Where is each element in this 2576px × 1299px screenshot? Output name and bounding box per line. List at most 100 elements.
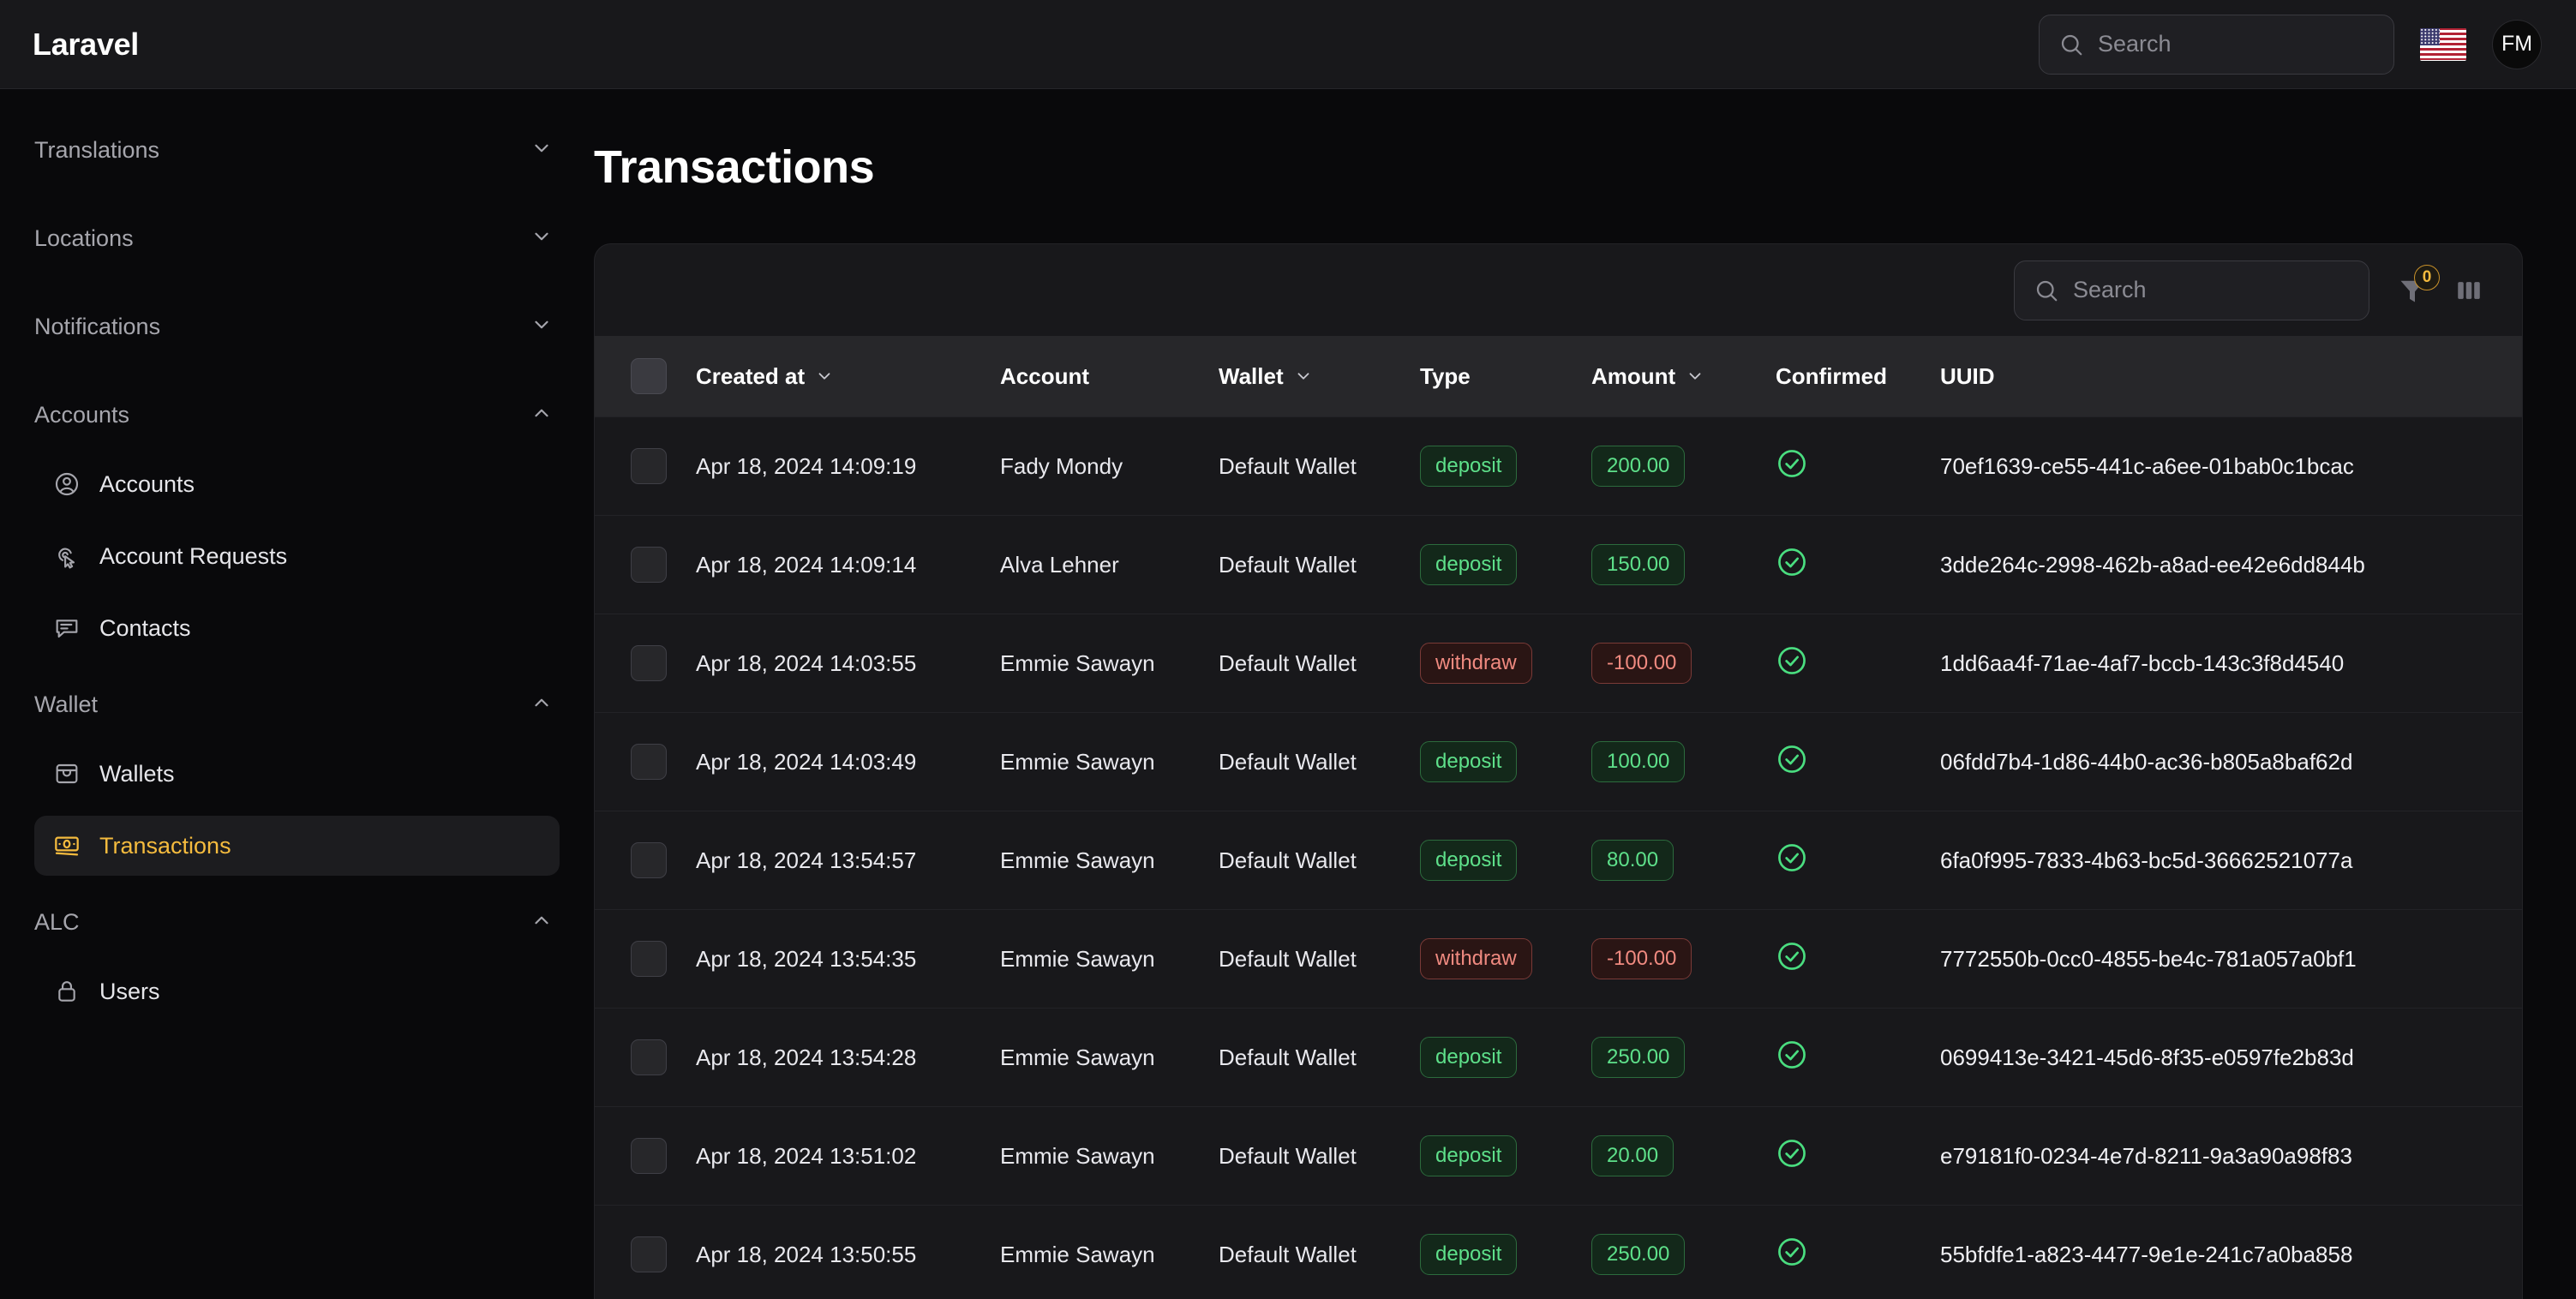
table-search-input[interactable]: Search	[2014, 260, 2369, 320]
row-select-cell	[595, 516, 696, 614]
row-checkbox[interactable]	[631, 448, 667, 484]
confirmed-check-icon	[1776, 546, 1808, 578]
row-checkbox[interactable]	[631, 1039, 667, 1075]
cell-type: deposit	[1420, 811, 1591, 910]
table-row[interactable]: Apr 18, 2024 13:54:57Emmie SawaynDefault…	[595, 811, 2522, 910]
cell-type: withdraw	[1420, 910, 1591, 1009]
type-badge: deposit	[1420, 1037, 1517, 1078]
type-badge: withdraw	[1420, 938, 1532, 979]
column-header-amount[interactable]: Amount	[1591, 336, 1776, 417]
user-circle-icon	[53, 470, 81, 498]
row-select-cell	[595, 910, 696, 1009]
cell-type: deposit	[1420, 1206, 1591, 1299]
cell-confirmed	[1776, 910, 1940, 1009]
sidebar-item-accounts[interactable]: Accounts	[34, 454, 560, 514]
cell-uuid: 70ef1639-ce55-441c-a6ee-01bab0c1bcac	[1940, 417, 2522, 516]
sidebar-item-contacts[interactable]: Contacts	[34, 598, 560, 658]
amount-badge: 250.00	[1591, 1037, 1685, 1078]
us-flag-icon[interactable]	[2420, 28, 2466, 61]
cell-created-at: Apr 18, 2024 13:50:55	[696, 1206, 1000, 1299]
table-row[interactable]: Apr 18, 2024 14:03:55Emmie SawaynDefault…	[595, 614, 2522, 713]
row-checkbox[interactable]	[631, 941, 667, 977]
sidebar-group-accounts[interactable]: Accounts	[34, 387, 560, 442]
column-header-account[interactable]: Account	[1000, 336, 1219, 417]
sidebar-item-users[interactable]: Users	[34, 961, 560, 1021]
confirmed-check-icon	[1776, 1236, 1808, 1268]
cell-amount: -100.00	[1591, 614, 1776, 713]
cell-type: deposit	[1420, 1009, 1591, 1107]
column-label: Wallet	[1219, 363, 1284, 390]
row-checkbox[interactable]	[631, 744, 667, 780]
cell-uuid: 0699413e-3421-45d6-8f35-e0597fe2b83d	[1940, 1009, 2522, 1107]
cell-amount: 250.00	[1591, 1206, 1776, 1299]
type-badge: deposit	[1420, 1234, 1517, 1275]
row-checkbox[interactable]	[631, 1138, 667, 1174]
funnel-icon[interactable]: 0	[2393, 272, 2431, 309]
cell-confirmed	[1776, 811, 1940, 910]
transactions-table-card: Search 0	[594, 243, 2523, 1299]
cell-account: Emmie Sawayn	[1000, 811, 1219, 910]
global-search-placeholder: Search	[2098, 31, 2172, 57]
sidebar-group-alc[interactable]: ALC	[34, 895, 560, 949]
filter-count-badge: 0	[2414, 265, 2440, 290]
column-header-created-at[interactable]: Created at	[696, 336, 1000, 417]
confirmed-check-icon	[1776, 743, 1808, 775]
column-header-type[interactable]: Type	[1420, 336, 1591, 417]
sidebar-group-translations[interactable]: Translations	[34, 123, 560, 177]
table-row[interactable]: Apr 18, 2024 14:09:14Alva LehnerDefault …	[595, 516, 2522, 614]
table-row[interactable]: Apr 18, 2024 13:54:28Emmie SawaynDefault…	[595, 1009, 2522, 1107]
cell-account: Emmie Sawayn	[1000, 1107, 1219, 1206]
cell-uuid: 1dd6aa4f-71ae-4af7-bccb-143c3f8d4540	[1940, 614, 2522, 713]
sidebar-item-label: Users	[99, 979, 160, 1005]
sidebar-item-label: Accounts	[99, 471, 195, 498]
cell-wallet: Default Wallet	[1219, 516, 1420, 614]
table-head: Created at Account Wallet	[595, 336, 2522, 417]
select-all-checkbox[interactable]	[631, 358, 667, 394]
page-title: Transactions	[594, 141, 2576, 194]
row-checkbox[interactable]	[631, 1236, 667, 1272]
table-row[interactable]: Apr 18, 2024 13:54:35Emmie SawaynDefault…	[595, 910, 2522, 1009]
cell-wallet: Default Wallet	[1219, 1107, 1420, 1206]
table-row[interactable]: Apr 18, 2024 13:51:02Emmie SawaynDefault…	[595, 1107, 2522, 1206]
amount-badge: 200.00	[1591, 446, 1685, 487]
columns-icon[interactable]	[2450, 272, 2488, 309]
row-checkbox[interactable]	[631, 842, 667, 878]
row-checkbox[interactable]	[631, 547, 667, 583]
cell-confirmed	[1776, 417, 1940, 516]
table-row[interactable]: Apr 18, 2024 14:03:49Emmie SawaynDefault…	[595, 713, 2522, 811]
sidebar-item-account-requests[interactable]: Account Requests	[34, 526, 560, 586]
sidebar-group-label: Translations	[34, 137, 159, 164]
table-row[interactable]: Apr 18, 2024 14:09:19Fady MondyDefault W…	[595, 417, 2522, 516]
chevron-up-icon	[530, 909, 553, 936]
column-header-wallet[interactable]: Wallet	[1219, 336, 1420, 417]
table-row[interactable]: Apr 18, 2024 13:50:55Emmie SawaynDefault…	[595, 1206, 2522, 1299]
avatar[interactable]: FM	[2492, 20, 2542, 69]
column-header-confirmed[interactable]: Confirmed	[1776, 336, 1940, 417]
table-toolbar: Search 0	[595, 244, 2522, 336]
sidebar-group-wallet[interactable]: Wallet	[34, 677, 560, 732]
sidebar-item-label: Account Requests	[99, 543, 287, 570]
cell-confirmed	[1776, 516, 1940, 614]
cell-amount: 250.00	[1591, 1009, 1776, 1107]
cell-type: withdraw	[1420, 614, 1591, 713]
sidebar-item-transactions[interactable]: Transactions	[34, 816, 560, 876]
amount-badge: 100.00	[1591, 741, 1685, 782]
sidebar-group-label: Notifications	[34, 314, 160, 340]
cell-amount: 80.00	[1591, 811, 1776, 910]
select-all-header	[595, 336, 696, 417]
cell-confirmed	[1776, 713, 1940, 811]
amount-badge: 80.00	[1591, 840, 1674, 881]
search-icon	[2034, 278, 2059, 303]
column-label: UUID	[1940, 363, 1995, 390]
table-header-row: Created at Account Wallet	[595, 336, 2522, 417]
cell-account: Emmie Sawayn	[1000, 910, 1219, 1009]
row-checkbox[interactable]	[631, 645, 667, 681]
sidebar-item-wallets[interactable]: Wallets	[34, 744, 560, 804]
brand-logo[interactable]: Laravel	[33, 27, 139, 63]
cell-amount: 200.00	[1591, 417, 1776, 516]
column-header-uuid[interactable]: UUID	[1940, 336, 2522, 417]
sidebar-group-locations[interactable]: Locations	[34, 211, 560, 266]
sidebar-group-notifications[interactable]: Notifications	[34, 299, 560, 354]
amount-badge: 150.00	[1591, 544, 1685, 585]
global-search-input[interactable]: Search	[2039, 15, 2394, 75]
